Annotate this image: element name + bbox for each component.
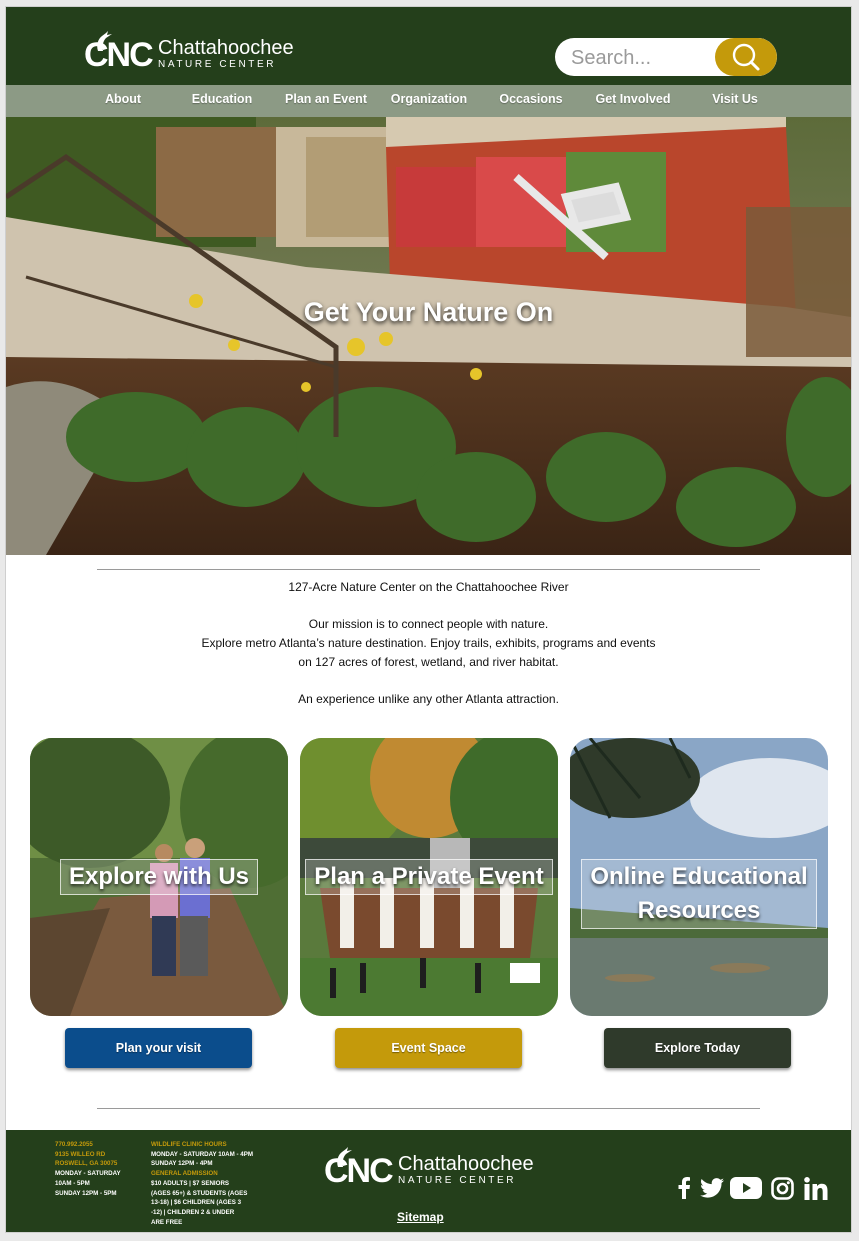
- card-educational[interactable]: Online Educational Resources: [570, 738, 828, 1016]
- admission-title: GENERAL ADMISSION: [151, 1170, 218, 1178]
- footer-logo-subtitle: NATURE CENTER: [398, 1175, 517, 1186]
- footer-logo-monogram: CNC: [324, 1152, 394, 1190]
- card-private-event[interactable]: Plan a Private Event: [300, 738, 558, 1016]
- hero-banner: Get Your Nature On: [6, 117, 851, 555]
- intro-line-3: on 127 acres of forest, wetland, and riv…: [298, 655, 559, 669]
- divider-bottom: [97, 1108, 760, 1109]
- linkedin-icon[interactable]: [803, 1174, 829, 1202]
- search-button[interactable]: [715, 38, 777, 76]
- intro-tagline: An experience unlike any other Atlanta a…: [298, 692, 559, 706]
- admission-line: (AGES 65+) & STUDENTS (AGES: [151, 1189, 248, 1197]
- card-educational-label: Online Educational Resources: [581, 859, 817, 929]
- sitemap-link[interactable]: Sitemap: [397, 1210, 444, 1224]
- admission-line: $10 ADULTS | $7 SENIORS: [151, 1179, 230, 1187]
- divider-top: [97, 569, 760, 570]
- site-logo[interactable]: CNC Chattahoochee NATURE CENTER: [84, 31, 294, 77]
- footer-hours-label: MONDAY - SATURDAY: [55, 1170, 121, 1178]
- page-frame: CNC Chattahoochee NATURE CENTER About Ed…: [6, 7, 851, 1232]
- clinic-title: WILDLIFE CLINIC HOURS: [151, 1141, 227, 1148]
- card-explore-label: Explore with Us: [59, 859, 259, 895]
- card-explore[interactable]: Explore with Us: [30, 738, 288, 1016]
- clinic-weekday: MONDAY - SATURDAY 10AM - 4PM: [151, 1150, 253, 1158]
- card-educational-label-line1: Online Educational: [590, 863, 808, 890]
- intro-mission: Our mission is to connect people with na…: [308, 617, 549, 631]
- search-bar: [555, 38, 777, 76]
- nav-item-education[interactable]: Education: [192, 85, 252, 117]
- intro-headline: 127-Acre Nature Center on the Chattahooc…: [288, 580, 569, 594]
- intro-text: 127-Acre Nature Center on the Chattahooc…: [6, 578, 851, 709]
- admission-line: 13-18) | $6 CHILDREN (AGES 3: [151, 1199, 242, 1207]
- nav-item-get-involved[interactable]: Get Involved: [595, 85, 670, 117]
- footer-contact: 770.992.2055 9135 WILLEO RD ROSWELL, GA …: [55, 1140, 121, 1198]
- footer-phone[interactable]: 770.992.2055: [55, 1140, 121, 1150]
- plan-your-visit-button[interactable]: Plan your visit: [65, 1028, 252, 1068]
- admission-line: ARE FREE: [151, 1218, 183, 1226]
- site-footer: 770.992.2055 9135 WILLEO RD ROSWELL, GA …: [6, 1130, 851, 1232]
- intro-line-2: Explore metro Atlanta’s nature destinati…: [201, 636, 656, 650]
- facebook-icon[interactable]: [674, 1174, 694, 1202]
- event-space-button[interactable]: Event Space: [335, 1028, 522, 1068]
- footer-logo[interactable]: CNC Chattahoochee NATURE CENTER: [324, 1147, 534, 1193]
- instagram-icon[interactable]: [770, 1174, 794, 1202]
- twitter-icon[interactable]: [700, 1174, 724, 1202]
- footer-sunday-hours: SUNDAY 12PM - 5PM: [55, 1189, 117, 1197]
- explore-today-button[interactable]: Explore Today: [604, 1028, 791, 1068]
- logo-subtitle: NATURE CENTER: [158, 59, 277, 70]
- footer-clinic: WILDLIFE CLINIC HOURS MONDAY - SATURDAY …: [151, 1140, 253, 1227]
- footer-hours-time: 10AM - 5PM: [55, 1179, 90, 1187]
- footer-address-1: 9135 WILLEO RD: [55, 1150, 106, 1158]
- nav-item-occasions[interactable]: Occasions: [499, 85, 562, 117]
- logo-monogram: CNC: [84, 36, 154, 74]
- search-icon: [732, 43, 760, 71]
- youtube-icon[interactable]: [730, 1174, 762, 1202]
- logo-name: Chattahoochee: [158, 37, 294, 59]
- nav-item-organization[interactable]: Organization: [391, 85, 467, 117]
- logo-mark: CNC: [84, 31, 156, 77]
- site-header: CNC Chattahoochee NATURE CENTER: [6, 7, 851, 85]
- search-input[interactable]: [569, 38, 713, 76]
- nav-item-visit-us[interactable]: Visit Us: [712, 85, 758, 117]
- footer-logo-name: Chattahoochee: [398, 1153, 534, 1175]
- footer-address-2: ROSWELL, GA 30075: [55, 1160, 118, 1168]
- hero-title: Get Your Nature On: [303, 297, 554, 327]
- clinic-sunday: SUNDAY 12PM - 4PM: [151, 1160, 213, 1168]
- card-educational-label-line2: Resources: [637, 897, 761, 924]
- main-nav: About Education Plan an Event Organizati…: [6, 85, 851, 117]
- footer-logo-mark: CNC: [324, 1147, 396, 1193]
- card-private-event-label: Plan a Private Event: [305, 859, 553, 895]
- nav-item-about[interactable]: About: [105, 85, 141, 117]
- admission-line: -12) | CHILDREN 2 & UNDER: [151, 1208, 235, 1216]
- hero-image: [6, 117, 851, 555]
- nav-item-plan-an-event[interactable]: Plan an Event: [285, 85, 367, 117]
